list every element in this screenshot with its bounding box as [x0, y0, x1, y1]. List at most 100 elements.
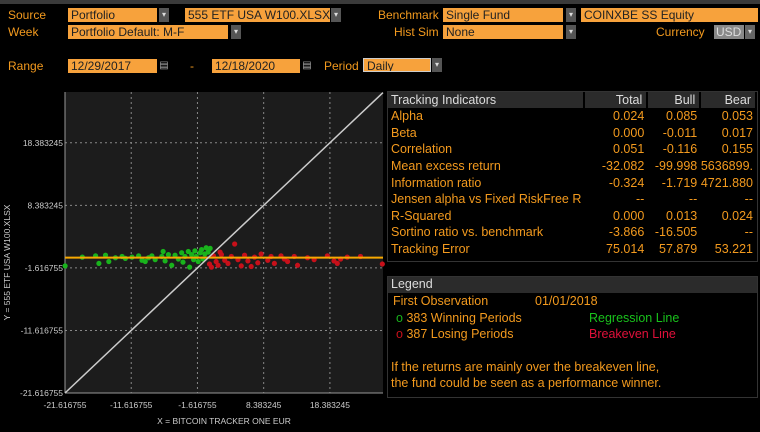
first-observation-label: First Observation	[393, 294, 489, 308]
winning-point	[180, 259, 186, 265]
losing-point	[225, 260, 231, 267]
bear-value: 0.155	[721, 142, 753, 157]
losing-periods: o 387 Losing Periods	[396, 327, 513, 341]
y-tick-label: -1.616755	[25, 263, 64, 273]
currency-dropdown-icon[interactable]: ▾	[745, 25, 755, 39]
winning-point	[165, 252, 172, 258]
table-row: Jensen alpha vs Fixed RiskFree R -- -- --	[388, 191, 756, 208]
currency-label: Currency	[656, 25, 705, 39]
range-label: Range	[8, 59, 44, 73]
bull-value: 0.013	[665, 208, 698, 223]
table-row: Beta 0.000 -0.011 0.017	[388, 125, 756, 142]
bull-value: -1.719	[661, 175, 698, 190]
period-label: Period	[324, 59, 359, 73]
period-dropdown-icon[interactable]: ▾	[432, 58, 442, 72]
bear-value: --	[744, 192, 753, 207]
indicator-name: Information ratio	[391, 175, 482, 190]
bear-value: 0.024	[721, 208, 753, 223]
x-tick-label: -1.616755	[178, 400, 217, 410]
portfolio-dropdown-icon[interactable]: ▾	[331, 8, 341, 22]
week-dropdown-icon[interactable]: ▾	[231, 25, 241, 39]
col-header-total: Total	[584, 92, 649, 108]
indicator-name: Alpha	[391, 109, 423, 124]
benchmark-select[interactable]: Single Fund	[443, 8, 563, 22]
winning-point	[106, 258, 112, 265]
indicator-name: Sortino ratio vs. benchmark	[391, 225, 544, 240]
losing-point	[258, 251, 264, 257]
calendar-icon[interactable]: ▤	[159, 59, 169, 73]
histsim-select[interactable]: None	[443, 25, 563, 39]
x-tick-label: -11.616755	[110, 400, 153, 410]
week-label: Week	[8, 25, 39, 39]
range-separator: -	[190, 59, 194, 73]
winning-point	[198, 247, 205, 253]
losing-point	[271, 260, 277, 267]
total-value: --	[635, 192, 645, 207]
y-tick-label: -11.616755	[21, 325, 64, 335]
bear-value: 53.221	[714, 242, 753, 257]
total-value: 0.024	[613, 109, 645, 124]
histsim-label: Hist Sim	[394, 25, 439, 39]
winning-point	[192, 248, 198, 254]
losing-periods-text: 387 Losing Periods	[406, 327, 514, 341]
winning-point	[62, 263, 68, 269]
bull-value: -16.505	[654, 225, 698, 240]
bull-value: -0.011	[662, 125, 698, 140]
total-value: -32.082	[601, 159, 645, 174]
currency-select[interactable]: USD	[714, 25, 744, 39]
scatter-chart: -21.616755 -11.616755 -1.616755 8.383245 18.…	[0, 88, 387, 430]
losing-point	[215, 262, 221, 268]
legend-title: Legend	[388, 277, 757, 293]
regression-line-label: Regression Line	[589, 311, 680, 325]
note-line-2: the fund could be seen as a performance …	[391, 376, 662, 390]
x-tick-label: 18.383245	[310, 400, 350, 410]
total-value: 75.014	[606, 242, 645, 257]
losing-point	[294, 262, 301, 268]
x-axis-label: X = BITCOIN TRACKER ONE EUR	[157, 416, 291, 426]
losing-point	[217, 249, 223, 255]
x-tick-label: 8.383245	[246, 400, 282, 410]
bull-value: -0.116	[662, 142, 698, 157]
range-start-input[interactable]: 12/29/2017	[68, 59, 157, 73]
indicator-name: Correlation	[391, 142, 453, 157]
table-row: Correlation 0.051 -0.116 0.155	[388, 141, 756, 158]
source-label: Source	[8, 8, 47, 22]
total-value: 0.000	[613, 208, 645, 223]
benchmark-ticker-input[interactable]: COINXBE SS Equity	[581, 8, 758, 22]
period-select[interactable]: Daily	[363, 58, 431, 72]
losing-point	[379, 261, 385, 267]
indicator-name: Mean excess return	[391, 159, 501, 174]
winning-point	[142, 258, 148, 265]
indicator-name: R-Squared	[391, 208, 452, 223]
benchmark-dropdown-icon[interactable]: ▾	[566, 8, 576, 22]
winning-point	[195, 258, 201, 265]
table-row: Sortino ratio vs. benchmark -3.866 -16.505…	[388, 224, 756, 241]
source-select[interactable]: Portfolio	[68, 8, 157, 22]
calendar-icon[interactable]: ▤	[302, 59, 312, 73]
total-value: -0.324	[608, 175, 645, 190]
col-header-bear: Bear	[700, 92, 757, 108]
portfolio-file-select[interactable]: 555 ETF USA W100.XLSX	[185, 8, 330, 22]
winning-marker-icon: o	[396, 311, 403, 325]
week-select[interactable]: Portfolio Default: M-F	[68, 25, 228, 39]
winning-point	[207, 245, 213, 251]
range-end-input[interactable]: 12/18/2020	[212, 59, 300, 73]
winning-point	[187, 264, 193, 270]
histsim-dropdown-icon[interactable]: ▾	[566, 25, 576, 39]
source-dropdown-icon[interactable]: ▾	[159, 8, 169, 22]
legend-panel: Legend First Observation 01/01/2018 o 38…	[387, 276, 758, 398]
winning-point	[160, 248, 166, 255]
total-value: 0.000	[613, 125, 645, 140]
indicator-name: Jensen alpha vs Fixed RiskFree R	[391, 192, 582, 207]
y-axis-label: Y = 555 ETF USA W100.XLSX	[2, 204, 12, 320]
table-row: Information ratio -0.324 -1.719 4721.880	[388, 174, 756, 191]
tracking-table: Tracking Indicators Total Bull Bear Alph…	[388, 92, 757, 257]
losing-point	[245, 258, 251, 264]
winning-point	[162, 258, 168, 264]
bear-value: --	[744, 225, 753, 240]
winning-point	[96, 260, 102, 267]
y-tick-label: 8.383245	[28, 200, 64, 210]
bull-value: --	[688, 192, 698, 207]
winning-periods-text: 383 Winning Periods	[406, 311, 522, 325]
col-header-bull: Bull	[647, 92, 702, 108]
